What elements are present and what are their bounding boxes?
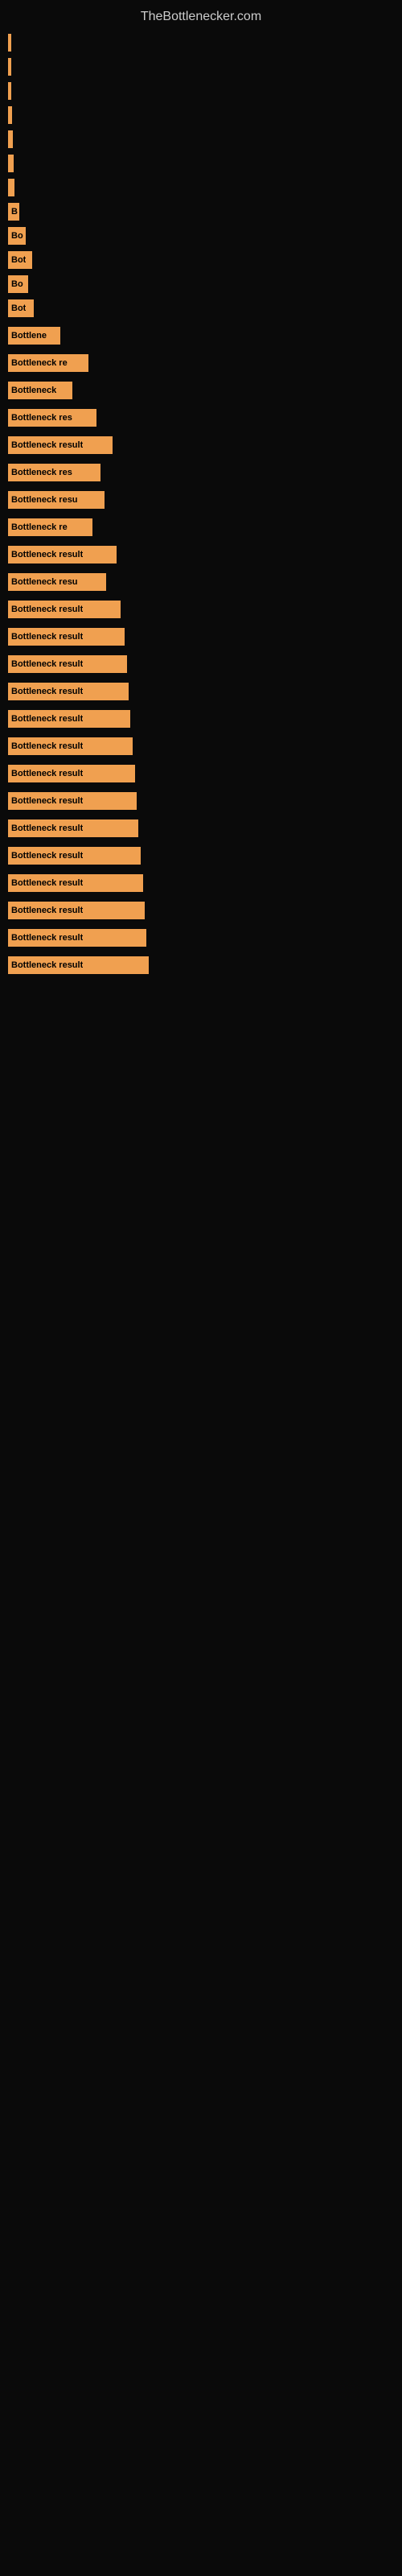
orange-bar: Bottleneck result [8,847,141,865]
bar-row: Bottleneck re [8,515,394,539]
bar-row: Bottleneck result [8,679,394,704]
orange-bar: Bottleneck re [8,354,88,372]
bar-row: Bottleneck result [8,597,394,621]
orange-bar: Bottlene [8,327,60,345]
bar-row: Bottleneck res [8,406,394,430]
bar-row [8,175,394,200]
orange-bar: Bottleneck resu [8,491,105,509]
bar-row: Bottleneck result [8,433,394,457]
bar-row: Bottleneck result [8,543,394,567]
bar-row: Bottleneck result [8,844,394,868]
bar-row: Bottleneck result [8,898,394,923]
orange-bar: Bottleneck result [8,601,121,618]
bar-row: Bottleneck [8,378,394,402]
orange-bar: B [8,203,19,221]
orange-bar [8,34,11,52]
orange-bar [8,130,13,148]
bar-row: Bottleneck resu [8,570,394,594]
orange-bar: Bottleneck re [8,518,92,536]
orange-bar: Bottleneck result [8,902,145,919]
orange-bar: Bottleneck result [8,710,130,728]
bar-row: Bottleneck resu [8,488,394,512]
orange-bar: Bo [8,227,26,245]
chart-area: B Bo Bot Bo Bot Bottlene Bottleneck re Bottlene… [0,31,402,980]
orange-bar: Bottleneck result [8,874,143,892]
bar-row: Bo [8,224,394,248]
bar-row: Bottleneck result [8,953,394,977]
orange-bar [8,58,11,76]
orange-bar [8,82,11,100]
orange-bar: Bottleneck [8,382,72,399]
bar-row: Bottleneck result [8,926,394,950]
page-wrapper: TheBottlenecker.com BBoBotBoBotBottleneB… [0,0,402,980]
bar-row [8,151,394,175]
bar-row: Bottleneck res [8,460,394,485]
orange-bar: Bo [8,275,28,293]
orange-bar: Bottleneck result [8,683,129,700]
orange-bar: Bottleneck res [8,409,96,427]
bar-row [8,103,394,127]
bar-row [8,31,394,55]
bar-row: Bottleneck result [8,625,394,649]
bar-row: Bottlene [8,324,394,348]
bar-row: Bottleneck result [8,652,394,676]
bar-row: Bottleneck result [8,789,394,813]
orange-bar: Bottleneck result [8,765,135,782]
orange-bar [8,106,12,124]
orange-bar: Bot [8,251,32,269]
bar-row: Bottleneck re [8,351,394,375]
bar-row [8,127,394,151]
bar-row: B [8,200,394,224]
orange-bar: Bottleneck result [8,792,137,810]
orange-bar [8,179,14,196]
bar-row: Bot [8,296,394,320]
orange-bar: Bottleneck result [8,956,149,974]
orange-bar: Bottleneck result [8,929,146,947]
bar-row: Bottleneck result [8,871,394,895]
site-title: TheBottlenecker.com [0,0,402,31]
bar-row [8,79,394,103]
orange-bar [8,155,14,172]
orange-bar: Bottleneck resu [8,573,106,591]
bar-row: Bo [8,272,394,296]
bar-row: Bottleneck result [8,762,394,786]
orange-bar: Bot [8,299,34,317]
orange-bar: Bottleneck result [8,655,127,673]
bar-row: Bottleneck result [8,707,394,731]
orange-bar: Bottleneck result [8,628,125,646]
bar-row: Bottleneck result [8,734,394,758]
orange-bar: Bottleneck result [8,737,133,755]
orange-bar: Bottleneck result [8,546,117,564]
orange-bar: Bottleneck result [8,436,113,454]
orange-bar: Bottleneck res [8,464,100,481]
bar-row: Bottleneck result [8,816,394,840]
bar-row [8,55,394,79]
bar-row: Bot [8,248,394,272]
orange-bar: Bottleneck result [8,819,138,837]
